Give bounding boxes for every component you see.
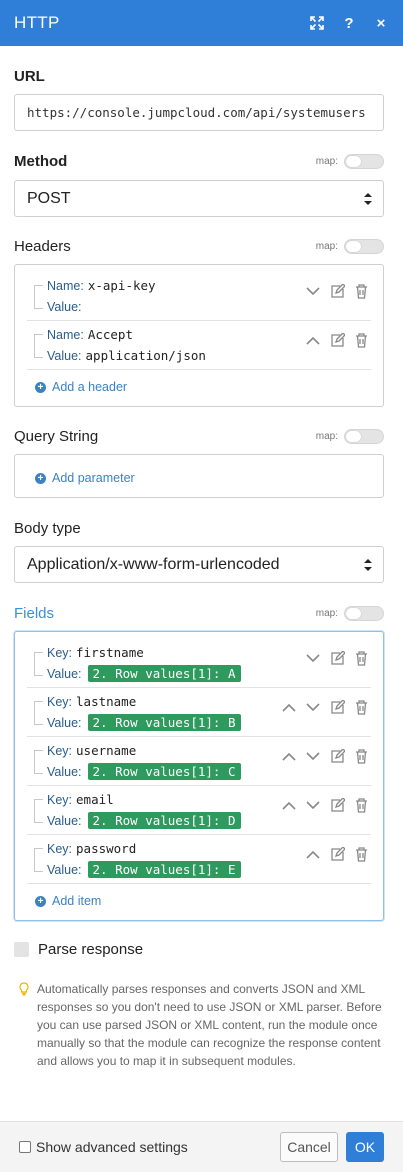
header-value: application/json	[85, 348, 206, 363]
ok-button[interactable]: OK	[346, 1132, 384, 1162]
query-string-list: + Add parameter	[14, 454, 384, 498]
chevron-down-icon[interactable]	[305, 797, 321, 813]
body-type-label: Body type	[14, 520, 81, 537]
field-key: username	[76, 743, 137, 758]
method-value: POST	[27, 189, 71, 207]
method-select[interactable]: POST	[14, 180, 384, 217]
map-switch[interactable]	[344, 606, 384, 621]
trash-icon[interactable]	[353, 797, 369, 813]
header-item: Name: x-api-key Value:	[27, 271, 371, 320]
advanced-settings-label: Show advanced settings	[36, 1139, 188, 1155]
chevron-up-icon[interactable]	[305, 846, 321, 862]
header-item: Name: Accept Value: application/json	[27, 320, 371, 369]
mapped-value-tag[interactable]: 2. Row values[1]: D	[87, 812, 241, 829]
lightbulb-icon	[19, 982, 29, 996]
mapped-value-tag[interactable]: 2. Row values[1]: B	[87, 714, 241, 731]
parse-response-label: Parse response	[38, 941, 144, 958]
edit-icon[interactable]	[329, 846, 345, 862]
mapped-value-tag[interactable]: 2. Row values[1]: C	[87, 763, 241, 780]
field-key: email	[76, 792, 114, 807]
module-title: HTTP	[14, 13, 60, 32]
headers-label: Headers	[14, 238, 71, 255]
field-item: Key: username Value: 2. Row values[1]: C	[27, 736, 371, 785]
select-arrows-icon	[364, 559, 372, 571]
parse-response-checkbox[interactable]	[14, 942, 29, 957]
trash-icon[interactable]	[353, 748, 369, 764]
chevron-down-icon[interactable]	[305, 650, 321, 666]
map-switch[interactable]	[344, 429, 384, 444]
edit-icon[interactable]	[329, 650, 345, 666]
field-key: firstname	[76, 645, 144, 660]
trash-icon[interactable]	[353, 699, 369, 715]
map-switch[interactable]	[344, 154, 384, 169]
edit-icon[interactable]	[329, 283, 345, 299]
trash-icon[interactable]	[353, 650, 369, 666]
method-label: Method	[14, 153, 68, 170]
map-label: map:	[315, 608, 338, 619]
help-icon[interactable]: ?	[341, 15, 357, 32]
field-item: Key: lastname Value: 2. Row values[1]: B	[27, 687, 371, 736]
module-footer: Show advanced settings Cancel OK	[0, 1121, 403, 1172]
parse-response-help-text: Automatically parses responses and conve…	[37, 982, 382, 1068]
chevron-up-icon[interactable]	[281, 699, 297, 715]
header-name: Accept	[87, 327, 133, 342]
body-type-select[interactable]: Application/x-www-form-urlencoded	[14, 546, 384, 583]
advanced-settings-checkbox[interactable]	[19, 1141, 31, 1153]
map-label: map:	[315, 241, 338, 252]
field-key: lastname	[76, 694, 137, 709]
plus-circle-icon: +	[35, 895, 46, 907]
field-item: Key: password Value: 2. Row values[1]: E	[27, 834, 371, 883]
body-type-value: Application/x-www-form-urlencoded	[27, 555, 280, 573]
fields-list: Key: firstname Value: 2. Row values[1]: A …	[14, 631, 384, 921]
chevron-down-icon[interactable]	[305, 748, 321, 764]
edit-icon[interactable]	[329, 699, 345, 715]
mapped-value-tag[interactable]: 2. Row values[1]: E	[87, 861, 241, 878]
headers-list: Name: x-api-key Value: Name: Accept Value:…	[14, 264, 384, 407]
map-label: map:	[315, 156, 338, 167]
trash-icon[interactable]	[353, 332, 369, 348]
select-arrows-icon	[364, 193, 372, 205]
chevron-down-icon[interactable]	[305, 699, 321, 715]
cancel-button[interactable]: Cancel	[280, 1132, 338, 1162]
method-map-toggle[interactable]: map:	[316, 154, 384, 169]
edit-icon[interactable]	[329, 748, 345, 764]
map-label: map:	[315, 431, 338, 442]
close-icon[interactable]: ×	[373, 15, 389, 32]
mapped-value-tag[interactable]: 2. Row values[1]: A	[87, 665, 241, 682]
add-parameter-button[interactable]: + Add parameter	[35, 471, 135, 485]
headers-map-toggle[interactable]: map:	[316, 239, 384, 254]
field-item: Key: email Value: 2. Row values[1]: D	[27, 785, 371, 834]
plus-circle-icon: +	[35, 381, 46, 393]
query-string-label: Query String	[14, 428, 99, 445]
module-title-bar: HTTP ? ×	[0, 0, 403, 46]
add-header-button[interactable]: + Add a header	[35, 380, 127, 394]
edit-icon[interactable]	[329, 797, 345, 813]
field-item: Key: firstname Value: 2. Row values[1]: A	[27, 638, 371, 687]
show-advanced-settings[interactable]: Show advanced settings	[19, 1139, 188, 1155]
fields-map-toggle[interactable]: map:	[316, 606, 384, 621]
edit-icon[interactable]	[329, 332, 345, 348]
map-switch[interactable]	[344, 239, 384, 254]
query-map-toggle[interactable]: map:	[316, 429, 384, 444]
fields-label: Fields	[14, 605, 55, 622]
chevron-down-icon[interactable]	[305, 283, 321, 299]
trash-icon[interactable]	[353, 283, 369, 299]
chevron-up-icon[interactable]	[305, 332, 321, 348]
chevron-up-icon[interactable]	[281, 748, 297, 764]
add-item-button[interactable]: + Add item	[35, 894, 101, 908]
url-label: URL	[14, 68, 45, 85]
trash-icon[interactable]	[353, 846, 369, 862]
header-name: x-api-key	[87, 278, 156, 293]
url-input[interactable]: https://console.jumpcloud.com/api/system…	[14, 94, 384, 131]
expand-icon[interactable]	[309, 15, 325, 31]
parse-response-row[interactable]: Parse response	[14, 941, 143, 958]
plus-circle-icon: +	[35, 472, 46, 484]
chevron-up-icon[interactable]	[281, 797, 297, 813]
field-key: password	[76, 841, 137, 856]
